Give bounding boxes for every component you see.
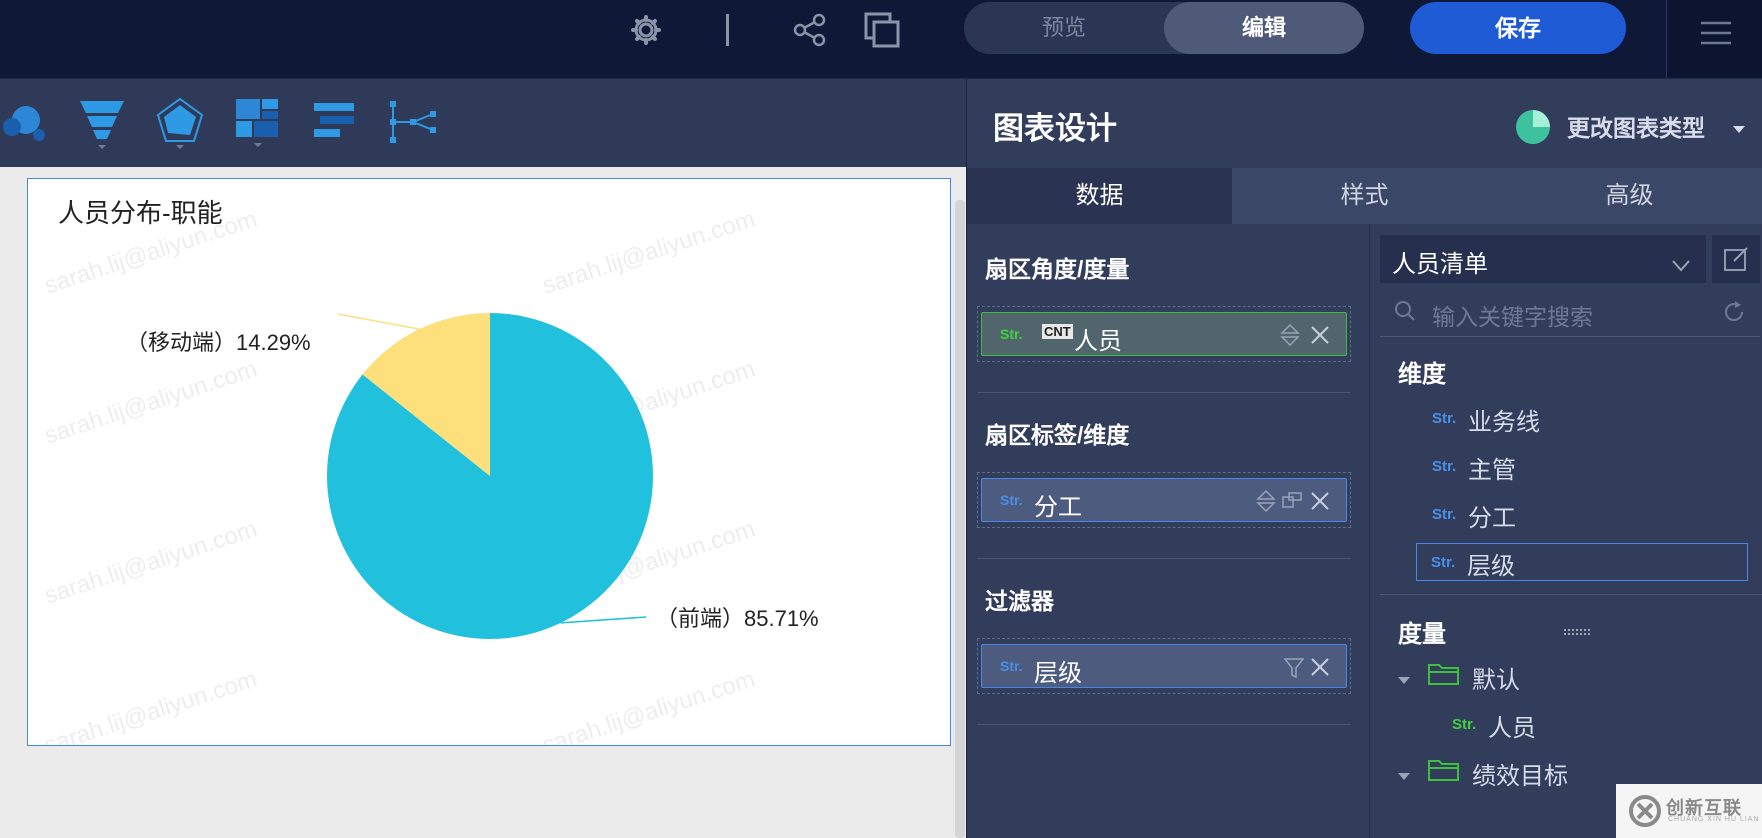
canvas-scrollbar[interactable] [955, 200, 965, 838]
refresh-icon[interactable] [1722, 300, 1746, 329]
tab-data[interactable]: 数据 [967, 168, 1232, 224]
folder-icon [1428, 758, 1460, 787]
chart-type-toolbar [0, 79, 966, 167]
drag-handle-icon[interactable] [1564, 626, 1592, 644]
pill-angle-measure[interactable]: Str. CNT 人员 [981, 312, 1347, 356]
bubble-chart-icon[interactable] [2, 101, 48, 150]
hierarchy-icon[interactable] [1282, 491, 1304, 516]
pill-name: 层级 [1034, 660, 1082, 687]
pill-name: 分工 [1034, 494, 1082, 521]
filter-icon[interactable] [1283, 657, 1305, 684]
dataset-select[interactable]: 人员清单 [1380, 235, 1706, 283]
divider [1380, 594, 1762, 595]
pie-chart [327, 313, 653, 639]
pill-type: Str. [1000, 658, 1023, 674]
brand-logo-icon [1628, 794, 1662, 833]
sort-icon[interactable] [1256, 489, 1276, 518]
tree-chart-icon[interactable] [390, 101, 438, 148]
pie-leader-line-0 [560, 616, 647, 624]
chevron-down-icon[interactable] [1733, 121, 1745, 139]
caret-down-icon [1398, 768, 1410, 786]
treemap-chart-icon[interactable] [236, 99, 280, 156]
divider [977, 724, 1351, 725]
funnel-chart-icon[interactable] [78, 99, 126, 156]
edit-icon [1724, 247, 1748, 276]
divider [977, 558, 1351, 559]
field-wells: 扇区角度/度量 Str. CNT 人员 扇区标签/维度 Str. 分工 过滤器 … [967, 224, 1367, 838]
share-icon[interactable] [790, 10, 830, 50]
mode-switch: 预览 编辑 [964, 2, 1364, 54]
caret-down-icon [1398, 672, 1410, 690]
search-placeholder: 输入关键字搜索 [1432, 304, 1593, 330]
search-icon [1394, 300, 1416, 327]
close-icon[interactable] [1310, 491, 1330, 516]
pie-label-frontend: （前端）85.71% [656, 606, 819, 631]
pill-type: Str. [1000, 492, 1023, 508]
gear-icon[interactable] [626, 10, 666, 50]
sort-icon[interactable] [1280, 323, 1300, 352]
menu-area [1666, 0, 1762, 78]
panel-tabs: 数据 样式 高级 [967, 168, 1762, 224]
copy-icon[interactable] [862, 10, 902, 50]
measure-group-title: 度量 [1398, 621, 1446, 648]
tab-style[interactable]: 样式 [1232, 168, 1497, 224]
cnt-badge: CNT [1042, 324, 1073, 339]
dataset-name: 人员清单 [1392, 251, 1488, 278]
top-bar: 预览 编辑 保存 [0, 0, 1762, 79]
section-title-filter: 过滤器 [985, 588, 1054, 614]
panel-title: 图表设计 [993, 111, 1117, 146]
chart-card[interactable]: 人员分布-职能 sarah.lij@aliyun.com sarah.lij@a… [27, 178, 951, 746]
edit-tab[interactable]: 编辑 [1164, 2, 1364, 54]
dimension-field-selected[interactable]: Str. 层级 [1416, 543, 1748, 581]
preview-tab[interactable]: 预览 [964, 2, 1164, 54]
section-title-angle: 扇区角度/度量 [985, 256, 1130, 282]
pill-filter[interactable]: Str. 层级 [981, 644, 1347, 688]
dimension-group-title: 维度 [1398, 361, 1446, 388]
pie-leader-line-1 [337, 313, 420, 330]
brand-sub: CHUANG XIN HU LIAN [1668, 816, 1760, 823]
close-icon[interactable] [1310, 325, 1330, 350]
toolbar-divider [726, 14, 729, 46]
radar-chart-icon[interactable] [154, 97, 206, 156]
pie-label-mobile: （移动端）14.29% [126, 330, 311, 355]
edit-dataset-button[interactable] [1712, 235, 1760, 283]
close-icon[interactable] [1310, 657, 1330, 682]
dataset-panel: 人员清单 输入关键字搜索 维度 Str. 业务线 Str. 主管 Str. 分工… [1369, 224, 1762, 838]
chart-design-panel: 图表设计 更改图表类型 数据 样式 高级 扇区角度/度量 Str. CNT 人员… [966, 79, 1762, 838]
tab-advanced[interactable]: 高级 [1497, 168, 1762, 224]
menu-icon[interactable] [1701, 20, 1731, 51]
brand-logo: 创新互联 CHUANG XIN HU LIAN [1616, 784, 1762, 838]
change-chart-type-button[interactable]: 更改图表类型 [1567, 109, 1705, 143]
divider [977, 392, 1351, 393]
pie-type-icon [1515, 109, 1551, 150]
save-button[interactable]: 保存 [1410, 2, 1626, 54]
section-title-label: 扇区标签/维度 [985, 422, 1130, 448]
field-search[interactable]: 输入关键字搜索 [1380, 288, 1760, 337]
pill-name: 人员 [1074, 328, 1122, 355]
pill-type: Str. [1000, 326, 1023, 342]
pill-label-dimension[interactable]: Str. 分工 [981, 478, 1347, 522]
folder-icon [1428, 662, 1460, 691]
bar-list-icon[interactable] [314, 103, 356, 144]
chevron-down-icon [1672, 251, 1690, 279]
